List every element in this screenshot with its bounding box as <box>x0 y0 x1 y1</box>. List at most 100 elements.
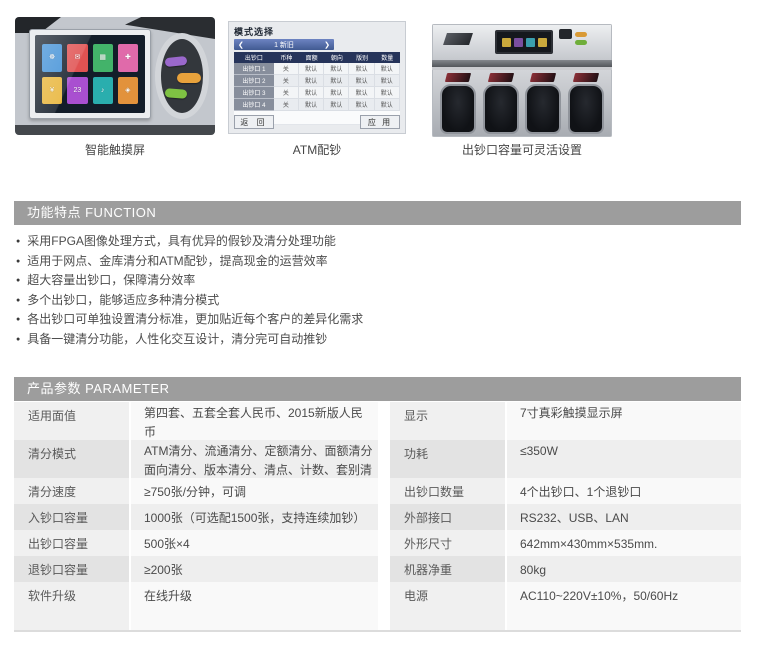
machine-divider-band <box>432 60 612 67</box>
pocket-opening <box>568 84 604 134</box>
machine-top-panel <box>432 24 612 60</box>
parameter-row: 显示7寸真彩触摸显示屏 <box>390 402 741 440</box>
parameter-label: 适用面值 <box>14 402 129 440</box>
atm-cell: 默认 <box>299 63 324 75</box>
atm-cell: 默认 <box>324 87 349 99</box>
bullet-text: 采用FPGA图像处理方式，具有优异的假钞及清分处理功能 <box>27 234 336 248</box>
parameter-value: 第四套、五套全套人民币、2015新版人民币 （可升级拓展兼容多国货币） <box>131 402 378 440</box>
orange-button <box>177 73 201 83</box>
screen-glare <box>35 35 145 113</box>
mini-display-icon <box>526 38 535 47</box>
bullet-icon: ● <box>16 297 20 304</box>
photo-smart-touchscreen: ☸✉▦✚¥23♪◈ <box>15 17 215 135</box>
product-spec-page: ☸✉▦✚¥23♪◈ 模式选择 ❮ 1 新旧 ❯ 出钞口币种面额朝向版别数量出钞口… <box>0 0 757 655</box>
atm-table-header-row: 出钞口币种面额朝向版别数量 <box>234 52 400 63</box>
atm-column-header: 朝向 <box>324 52 349 63</box>
parameter-value: 在线升级 <box>131 582 378 630</box>
touchscreen-bezel: ☸✉▦✚¥23♪◈ <box>29 29 151 119</box>
parameter-label: 退钞口容量 <box>14 556 129 582</box>
parameter-value: 1000张（可选配1500张，支持连续加钞） <box>131 504 378 530</box>
parameter-label: 显示 <box>390 402 505 440</box>
dark-key-button <box>559 29 572 39</box>
atm-cell: 关 <box>274 63 299 75</box>
bullet-text: 多个出钞口，能够适应多种清分模式 <box>27 293 219 307</box>
pocket-indicator <box>445 73 471 82</box>
function-bullet: ●具备一键清分功能，人性化交互设计，清分完可自动推钞 <box>16 331 731 351</box>
parameter-label: 出钞口数量 <box>390 478 505 504</box>
parameter-value: ATM清分、流通清分、定额清分、面额清分 面向清分、版本清分、清点、计数、套别清… <box>131 440 378 478</box>
parameter-table-right: 显示7寸真彩触摸显示屏功耗≤350W出钞口数量4个出钞口、1个退钞口外部接口RS… <box>390 402 741 630</box>
parameter-row: 适用面值第四套、五套全套人民币、2015新版人民币 （可升级拓展兼容多国货币） <box>14 402 378 440</box>
photo-atm-mode-screen: 模式选择 ❮ 1 新旧 ❯ 出钞口币种面额朝向版别数量出钞口 1关默认默认默认默… <box>228 21 406 134</box>
touchscreen-display: ☸✉▦✚¥23♪◈ <box>35 35 145 113</box>
parameter-label: 清分模式 <box>14 440 129 478</box>
parameter-section-header: 产品参数 PARAMETER <box>14 377 741 401</box>
parameter-value: ≥750张/分钟，可调 <box>131 478 378 504</box>
atm-cell: 关 <box>274 99 299 111</box>
atm-cell: 关 <box>274 75 299 87</box>
mini-display-icon <box>502 38 511 47</box>
atm-cell: 默认 <box>349 63 374 75</box>
mini-display-icon <box>514 38 523 47</box>
function-bullet: ●采用FPGA图像处理方式，具有优异的假钞及清分处理功能 <box>16 233 731 253</box>
vent-slot <box>443 33 473 45</box>
output-pocket <box>524 70 562 136</box>
atm-table-row: 出钞口 2关默认默认默认默认 <box>234 75 400 87</box>
chevron-left-icon: ❮ <box>238 41 244 49</box>
parameter-value: 7寸真彩触摸显示屏 <box>507 402 741 440</box>
output-pocket <box>439 70 477 136</box>
bullet-icon: ● <box>16 277 20 284</box>
function-bullet: ●超大容量出钞口，保障清分效率 <box>16 272 731 292</box>
atm-cell: 默认 <box>375 87 400 99</box>
atm-row-label: 出钞口 1 <box>234 63 274 75</box>
atm-row-label: 出钞口 3 <box>234 87 274 99</box>
atm-table-row: 出钞口 1关默认默认默认默认 <box>234 63 400 75</box>
parameter-row: 出钞口数量4个出钞口、1个退钞口 <box>390 478 741 504</box>
function-bullet: ●适用于网点、金库清分和ATM配钞，提高现金的运营效率 <box>16 253 731 273</box>
pocket-indicator <box>530 73 556 82</box>
atm-cell: 默认 <box>299 99 324 111</box>
function-section-header: 功能特点 FUNCTION <box>14 201 741 225</box>
parameter-value: AC110~220V±10%，50/60Hz <box>507 582 741 630</box>
parameter-table-left: 适用面值第四套、五套全套人民币、2015新版人民币 （可升级拓展兼容多国货币）清… <box>14 402 378 630</box>
caption-pocket-capacity: 出钞口容量可灵活设置 <box>432 141 612 157</box>
parameter-row: 出钞口容量500张×4 <box>14 530 378 556</box>
green-button <box>575 40 587 45</box>
parameter-value: 4个出钞口、1个退钞口 <box>507 478 741 504</box>
parameter-value: 80kg <box>507 556 741 582</box>
parameter-row: 软件升级在线升级 <box>14 582 378 630</box>
photo-background-shadow <box>15 125 215 135</box>
atm-column-header: 版别 <box>349 52 374 63</box>
bullet-icon: ● <box>16 316 20 323</box>
atm-cell: 默认 <box>375 63 400 75</box>
bullet-text: 各出钞口可单独设置清分标准，更加贴近每个客户的差异化需求 <box>27 312 363 326</box>
function-section-title: 功能特点 FUNCTION <box>27 205 156 220</box>
parameter-value: 642mm×430mm×535mm. <box>507 530 741 556</box>
mini-display-icon <box>538 38 547 47</box>
atm-apply-button: 应 用 <box>360 115 400 129</box>
atm-table-row: 出钞口 4关默认默认默认默认 <box>234 99 400 111</box>
atm-column-header: 币种 <box>274 52 299 63</box>
photo-output-pockets <box>432 24 612 137</box>
bullet-icon: ● <box>16 336 20 343</box>
parameter-label: 出钞口容量 <box>14 530 129 556</box>
caption-atm-dispense: ATM配钞 <box>228 141 406 157</box>
parameter-label: 外部接口 <box>390 504 505 530</box>
bullet-text: 适用于网点、金库清分和ATM配钞，提高现金的运营效率 <box>27 254 327 268</box>
atm-row-label: 出钞口 4 <box>234 99 274 111</box>
function-bullet-list: ●采用FPGA图像处理方式，具有优异的假钞及清分处理功能●适用于网点、金库清分和… <box>16 233 731 351</box>
parameter-label: 入钞口容量 <box>14 504 129 530</box>
atm-cell: 默认 <box>349 99 374 111</box>
atm-column-header: 数量 <box>375 52 400 63</box>
parameter-label: 功耗 <box>390 440 505 478</box>
parameter-row: 入钞口容量1000张（可选配1500张，支持连续加钞） <box>14 504 378 530</box>
parameter-row: 外形尺寸642mm×430mm×535mm. <box>390 530 741 556</box>
atm-cell: 关 <box>274 87 299 99</box>
atm-mode-selector: ❮ 1 新旧 ❯ <box>234 39 334 50</box>
atm-cell: 默认 <box>299 87 324 99</box>
atm-cell: 默认 <box>375 75 400 87</box>
parameter-row: 退钞口容量≥200张 <box>14 556 378 582</box>
parameter-value: RS232、USB、LAN <box>507 504 741 530</box>
atm-cell: 默认 <box>324 63 349 75</box>
output-pocket <box>482 70 520 136</box>
